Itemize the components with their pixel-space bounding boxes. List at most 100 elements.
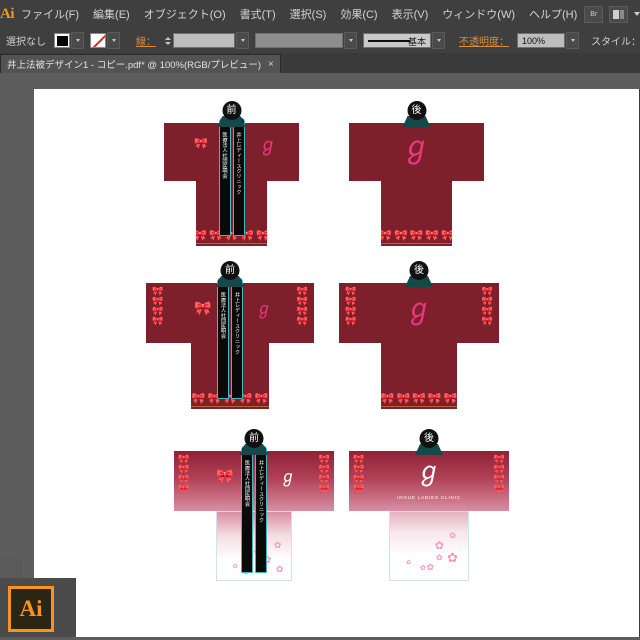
chevron-down-icon[interactable] [634, 12, 640, 16]
sleeve-ribbon-pattern-right: 🎀 🎀 🎀 🎀 [319, 455, 330, 494]
menu-select[interactable]: 選択(S) [283, 0, 334, 28]
lapel-right: 井上レディースクリニック [255, 445, 267, 573]
logo-mark-icon: ℊ [279, 467, 296, 486]
brush-definition-control[interactable]: 基本 [363, 32, 445, 49]
coat-torso-row: 🎀 🎀 🎀 🎀 🎀 [339, 343, 499, 409]
selection-status-label: 選択なし [6, 37, 46, 48]
illustrator-window: Ai ファイル(F) 編集(E) オブジェクト(O) 書式(T) 選択(S) 効… [0, 0, 640, 640]
fill-color-control[interactable] [54, 32, 84, 49]
control-bar: 選択なし 線： 基本 不透明度： 100% スタイル： [0, 28, 640, 54]
ribbon-icon: 🎀 [353, 454, 365, 464]
sleeve-ribbon-pattern-left: 🎀 🎀 🎀 🎀 [178, 455, 189, 494]
hem-trim [381, 243, 452, 244]
lapel-text-left: 医療法人社団医明会 [244, 460, 250, 507]
logo-mark-icon: ℊ [401, 130, 432, 165]
menu-window[interactable]: ウィンドウ(W) [435, 0, 522, 28]
coat-plain-dark-back[interactable]: 後 ℊ 🎀 🎀 🎀 🎀 🎀 [349, 101, 484, 246]
lapel-right: 井上レディースクリニック [232, 117, 245, 236]
bridge-icon[interactable]: Br [584, 5, 604, 23]
ribbon-icon: 🎀 [152, 296, 164, 306]
stroke-profile-dropdown-icon[interactable] [344, 32, 357, 49]
artboard-canvas[interactable]: 前 🎀 ℊ 🎀 🎀 🎀 🎀 🎀 医療法人社団医明会 井上レディースクリニック 後… [34, 89, 640, 640]
sakura-icon: ✿ [436, 553, 443, 562]
ribbon-icon: 🎀 [493, 454, 505, 464]
stroke-weight-label: 線： [136, 37, 156, 48]
stroke-color-control[interactable] [90, 32, 120, 49]
ribbon-icon: 🎀 [441, 230, 452, 242]
menu-object[interactable]: オブジェクト(O) [137, 0, 233, 28]
stroke-weight-control[interactable] [173, 32, 249, 49]
ribbon-icon: 🎀 [345, 306, 357, 316]
workspace[interactable]: 前 🎀 ℊ 🎀 🎀 🎀 🎀 🎀 医療法人社団医明会 井上レディースクリニック 後… [0, 73, 640, 640]
ribbon-icon: 🎀 [409, 230, 424, 242]
ribbon-icon: 🎀 [216, 468, 234, 484]
coat-patterned-dark-front[interactable]: 前 🎀 🎀 🎀 🎀 🎀 🎀 🎀 🎀 🎀 ℊ 🎀 🎀 🎀 🎀 🎀 医療法人社団医明… [146, 261, 314, 409]
lapel-left: 医療法人社団医明会 [217, 277, 229, 399]
badge-front: 前 [244, 429, 264, 448]
stroke-weight-dropdown-icon[interactable] [236, 32, 249, 49]
ribbon-icon: 🎀 [296, 306, 308, 316]
hem-trim [380, 406, 458, 407]
coat-gradient-front[interactable]: 前 🎀 🎀 🎀 🎀 🎀 🎀 🎀 🎀 🎀 ℊ ✿ ✿ ✿ 医療法人社団医明会 井上… [174, 429, 334, 581]
opacity-input[interactable]: 100% [517, 33, 565, 48]
taskbar-app-icon[interactable]: Ai [8, 586, 54, 632]
arrange-documents-icon[interactable] [609, 5, 629, 23]
logo-mark-icon: ℊ [404, 292, 434, 325]
arrange-glyph-right [620, 9, 625, 19]
coat-plain-dark-front[interactable]: 前 🎀 ℊ 🎀 🎀 🎀 🎀 🎀 医療法人社団医明会 井上レディースクリニック [164, 101, 299, 246]
fill-dropdown-icon[interactable] [71, 32, 84, 49]
menu-effect[interactable]: 効果(C) [333, 0, 384, 28]
ribbon-icon: 🎀 [296, 296, 308, 306]
stroke-profile-control[interactable] [255, 32, 357, 49]
document-tab[interactable]: 井上法被デザイン1 - コピー.pdf* @ 100%(RGB/プレビュー) × [0, 54, 281, 73]
brush-preview-label: 基本 [407, 37, 426, 47]
sleeve-ribbon-pattern-right: 🎀 🎀 🎀 🎀 [494, 455, 505, 494]
sleeve-ribbon-pattern-left: 🎀 🎀 🎀 🎀 [152, 287, 163, 326]
menu-view[interactable]: 表示(V) [385, 0, 436, 28]
opacity-dropdown-icon[interactable] [566, 32, 579, 49]
coat-body: 🎀 ℊ 🎀 🎀 🎀 🎀 🎀 医療法人社団医明会 井上レディースクリニック [164, 117, 299, 246]
stroke-profile-input[interactable] [255, 33, 343, 48]
menu-file[interactable]: ファイル(F) [14, 0, 86, 28]
badge-front: 前 [220, 261, 240, 280]
coat-patterned-dark-back[interactable]: 後 🎀 🎀 🎀 🎀 🎀 🎀 🎀 🎀 ℊ 🎀 🎀 🎀 🎀 🎀 [339, 261, 499, 409]
stroke-dropdown-icon[interactable] [107, 32, 120, 49]
hem-trim [196, 243, 267, 244]
lapel-left: 医療法人社団医明会 [218, 117, 231, 236]
stroke-swatch[interactable] [90, 33, 106, 48]
stroke-weight-stepper[interactable] [165, 33, 171, 48]
fill-swatch[interactable] [54, 33, 70, 48]
close-icon[interactable]: × [268, 59, 274, 70]
ribbon-icon: 🎀 [353, 484, 365, 494]
ribbon-icon: 🎀 [493, 464, 505, 474]
menu-edit[interactable]: 編集(E) [86, 0, 137, 28]
ribbon-icon: 🎀 [443, 393, 458, 405]
ribbon-icon: 🎀 [345, 296, 357, 306]
lapel-text-right: 井上レディースクリニック [234, 292, 240, 355]
ribbon-icon: 🎀 [353, 474, 365, 484]
sakura-icon: ✿ [449, 531, 456, 540]
menu-help[interactable]: ヘルプ(H) [522, 0, 584, 28]
ribbon-icon: 🎀 [152, 316, 164, 326]
ribbon-icon: 🎀 [481, 286, 493, 296]
ribbon-icon: 🎀 [194, 300, 212, 316]
sleeve-ribbon-pattern-right: 🎀 🎀 🎀 🎀 [297, 287, 308, 326]
lapel-placket: 医療法人社団医明会 井上レディースクリニック [239, 445, 269, 573]
sakura-icon: ✿ [434, 540, 444, 552]
ribbon-icon: 🎀 [396, 393, 411, 405]
coat-gradient-back[interactable]: 後 🎀🎀🎀🎀 🎀🎀🎀🎀 ℊ INOUE LADIES CLINIC [349, 429, 509, 581]
stroke-weight-input[interactable] [173, 33, 235, 48]
opacity-control[interactable]: 100% [517, 32, 579, 49]
lapel-right: 井上レディースクリニック [231, 277, 243, 399]
brush-dropdown-icon[interactable] [432, 32, 445, 49]
brush-preview[interactable]: 基本 [363, 33, 431, 48]
menu-type[interactable]: 書式(T) [233, 0, 283, 28]
document-tab-title: 井上法被デザイン1 - コピー.pdf* @ 100%(RGB/プレビュー) [7, 60, 262, 71]
lapel-text-right: 井上レディースクリニック [235, 132, 242, 195]
ribbon-icon: 🎀 [427, 393, 442, 405]
ribbon-icon: 🎀 [425, 230, 440, 242]
sleeve-ribbon-pattern-right: 🎀 🎀 🎀 🎀 [482, 287, 493, 326]
sleeve-ribbon-pattern-left: 🎀 🎀 🎀 🎀 [353, 455, 364, 494]
logo-english-text: INOUE LADIES CLINIC [397, 495, 461, 500]
lapel-text-left: 医療法人社団医明会 [221, 132, 228, 179]
